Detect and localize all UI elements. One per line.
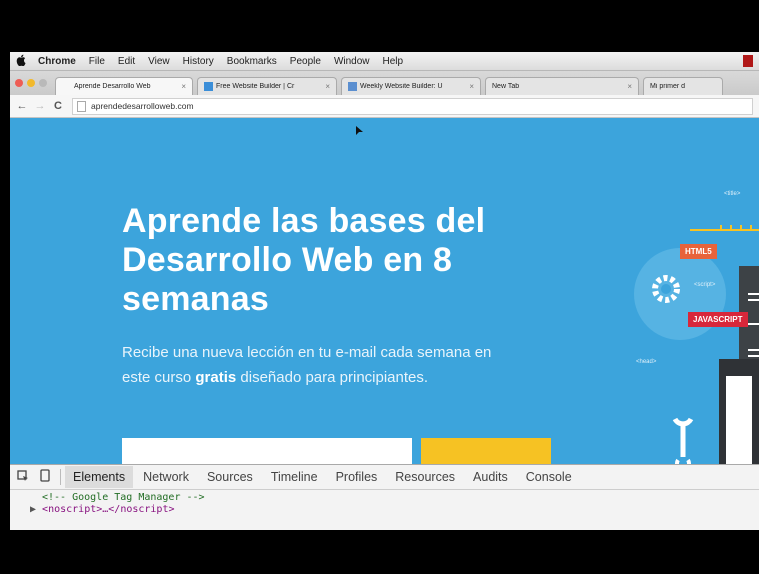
device-mode-icon[interactable] (34, 469, 56, 485)
menu-edit[interactable]: Edit (118, 56, 135, 67)
menu-history[interactable]: History (183, 56, 214, 67)
menu-bookmarks[interactable]: Bookmarks (227, 56, 277, 67)
expand-triangle-icon[interactable]: ▶ (30, 504, 42, 515)
page-favicon-icon (348, 82, 357, 91)
script-tag: <script> (694, 282, 716, 288)
menu-people[interactable]: People (290, 56, 321, 67)
url-text: aprendedesarrolloweb.com (91, 101, 194, 111)
tab-free-website-builder[interactable]: Free Website Builder | Cr × (197, 77, 337, 95)
menu-chrome[interactable]: Chrome (38, 56, 76, 67)
hero-headline: Aprende las bases del Desarrollo Web en … (122, 202, 486, 318)
apple-icon[interactable] (16, 54, 30, 69)
tab-weekly-website-builder[interactable]: Weekly Website Builder: U × (341, 77, 481, 95)
tab-timeline[interactable]: Timeline (263, 466, 326, 488)
address-bar[interactable]: aprendedesarrolloweb.com (72, 97, 753, 115)
tab-console[interactable]: Console (518, 466, 580, 488)
menu-view[interactable]: View (148, 56, 170, 67)
html5-label: HTML5 (680, 244, 717, 259)
code-noscript-line[interactable]: ▶ <noscript>…</noscript> (30, 504, 759, 516)
devtools-panel: Elements Network Sources Timeline Profil… (10, 464, 759, 530)
tab-elements[interactable]: Elements (65, 466, 134, 488)
page-favicon-icon (204, 82, 213, 91)
minimize-window-button[interactable] (27, 79, 35, 87)
forward-button[interactable]: → (34, 100, 46, 112)
menu-help[interactable]: Help (383, 56, 404, 67)
browser-toolbar: ← → C aprendedesarrolloweb.com (10, 95, 759, 118)
javascript-label: JAVASCRIPT (688, 312, 748, 327)
reload-button[interactable]: C (52, 100, 64, 112)
subscribe-button[interactable] (421, 438, 551, 464)
zoom-window-button[interactable] (39, 79, 47, 87)
hero-subtitle: Recibe una nueva lección en tu e-mail ca… (122, 344, 492, 386)
title-tag: <title> (724, 191, 741, 197)
devtools-tab-bar: Elements Network Sources Timeline Profil… (10, 465, 759, 490)
mouse-cursor-icon (356, 126, 363, 135)
back-button[interactable]: ← (16, 100, 28, 112)
close-tab-icon[interactable]: × (627, 82, 632, 91)
email-input[interactable] (122, 438, 412, 464)
head-tag: <head> (636, 359, 657, 365)
code-comment-line[interactable]: <!-- Google Tag Manager --> (30, 492, 759, 504)
web-page: Aprende las bases del Desarrollo Web en … (10, 118, 759, 464)
dom-tree: <!-- Google Tag Manager --> ▶ <noscript>… (10, 490, 759, 516)
page-icon (77, 100, 86, 112)
mac-menu-bar: Chrome File Edit View History Bookmarks … (10, 52, 759, 71)
menu-file[interactable]: File (89, 56, 105, 67)
tab-strip: Aprende Desarrollo Web × Free Website Bu… (10, 71, 759, 95)
inspect-element-icon[interactable] (12, 469, 34, 485)
tab-audits[interactable]: Audits (465, 466, 516, 488)
status-icon[interactable] (743, 55, 753, 67)
close-window-button[interactable] (15, 79, 23, 87)
tab-mi-primer[interactable]: Mi primer d (643, 77, 723, 95)
code-illustration: <title> HTML5 <script> JAVASCRIPT <head> (620, 173, 759, 464)
page-favicon-icon (62, 82, 71, 91)
screen: Chrome File Edit View History Bookmarks … (10, 52, 759, 530)
close-tab-icon[interactable]: × (469, 82, 474, 91)
tab-network[interactable]: Network (135, 466, 197, 488)
window-controls (15, 79, 47, 87)
tab-new-tab[interactable]: New Tab × (485, 77, 639, 95)
menu-window[interactable]: Window (334, 56, 370, 67)
toolbar-divider (60, 469, 61, 485)
tab-profiles[interactable]: Profiles (328, 466, 386, 488)
tab-sources[interactable]: Sources (199, 466, 261, 488)
close-tab-icon[interactable]: × (181, 82, 186, 91)
close-tab-icon[interactable]: × (325, 82, 330, 91)
tab-aprende[interactable]: Aprende Desarrollo Web × (55, 77, 193, 95)
tab-resources[interactable]: Resources (387, 466, 463, 488)
